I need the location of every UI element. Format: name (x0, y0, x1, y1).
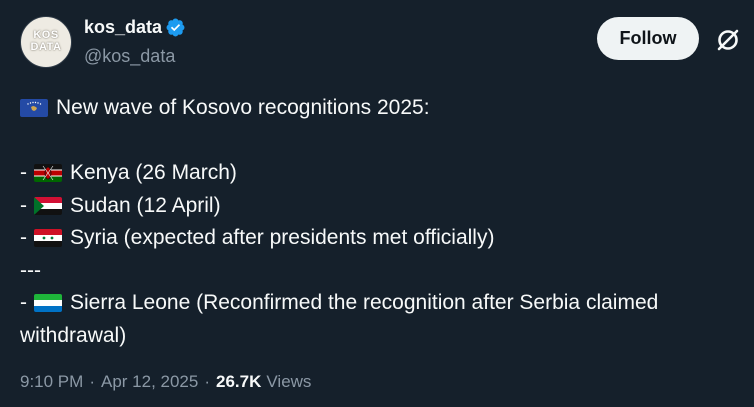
post-meta: 9:10 PM · Apr 12, 2025 · 26.7K Views (20, 372, 311, 392)
list-item: - Sierra Leone (Reconfirmed the recognit… (20, 287, 740, 320)
avatar-text-line2: DATA (30, 41, 62, 53)
list-item-text: Sierra Leone (Reconfirmed the recognitio… (70, 291, 659, 314)
post-intro: New wave of Kosovo recognitions 2025: (56, 96, 430, 119)
x-logo-icon[interactable] (714, 26, 742, 54)
post-text: New wave of Kosovo recognitions 2025: - … (20, 92, 740, 352)
post-date[interactable]: Apr 12, 2025 (101, 372, 198, 392)
user-handle[interactable]: @kos_data (84, 46, 175, 67)
dash: - (20, 161, 27, 184)
avatar[interactable]: KOS DATA (20, 16, 72, 68)
sierra-leone-flag-icon (34, 294, 62, 313)
list-item-continuation: withdrawal) (20, 320, 740, 353)
list-item: - Sudan (12 April) (20, 190, 740, 223)
avatar-logo: KOS DATA (21, 29, 71, 53)
follow-button[interactable]: Follow (597, 17, 699, 60)
list-item: - Kenya (26 March) (20, 157, 740, 190)
list-item-text-continued: withdrawal) (20, 323, 127, 347)
post-time[interactable]: 9:10 PM (20, 372, 83, 392)
views-count[interactable]: 26.7K (216, 372, 261, 392)
list-item-text: Sudan (12 April) (70, 193, 221, 217)
list-item-text: Syria (expected after presidents met off… (70, 226, 495, 249)
user-name-row: kos_data (84, 17, 186, 38)
display-name[interactable]: kos_data (84, 17, 162, 38)
syria-flag-icon (34, 229, 62, 248)
avatar-text-line1: KOS (33, 29, 59, 41)
separator: --- (20, 258, 41, 282)
kenya-flag-icon (34, 164, 62, 183)
verified-badge-icon (165, 17, 186, 38)
dash: - (20, 226, 27, 249)
separator-line: --- (20, 255, 740, 288)
list-item: - Syria (expected after presidents met o… (20, 222, 740, 255)
meta-dot: · (204, 372, 211, 391)
views-label[interactable]: Views (266, 372, 311, 392)
post-intro-line: New wave of Kosovo recognitions 2025: (20, 92, 740, 125)
dash: - (20, 193, 27, 217)
sudan-flag-icon (34, 196, 62, 215)
list-item-text: Kenya (26 March) (70, 161, 237, 184)
dash: - (20, 291, 27, 314)
meta-dot: · (89, 372, 95, 391)
kosovo-flag-icon (20, 99, 48, 118)
